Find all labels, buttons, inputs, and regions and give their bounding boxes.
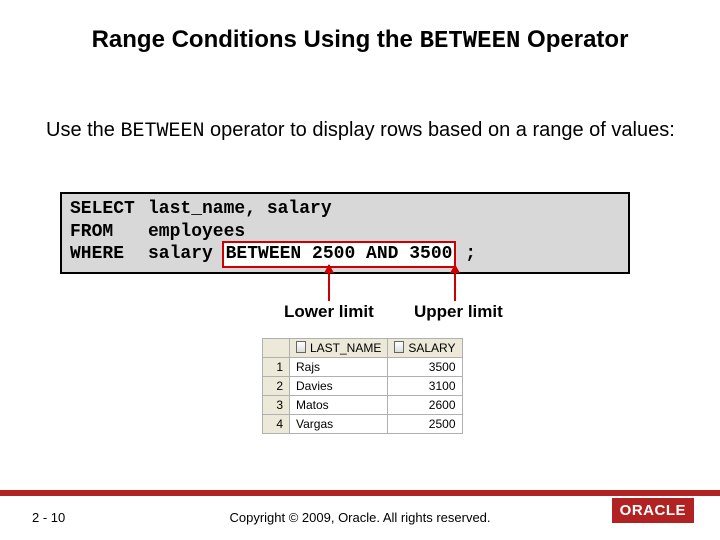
table-row: 4 Vargas 2500 — [263, 415, 463, 434]
cell-last-name: Rajs — [290, 358, 388, 377]
slide-title: Range Conditions Using the BETWEEN Opera… — [0, 26, 720, 55]
body-pre: Use the — [46, 119, 120, 141]
col-salary: SALARY — [388, 339, 462, 358]
cell-salary: 2500 — [388, 415, 462, 434]
code-where-post: ; — [454, 243, 476, 266]
col-last-name: LAST_NAME — [290, 339, 388, 358]
code-line-from: FROMemployees — [70, 221, 620, 244]
table-header-row: LAST_NAME SALARY — [263, 339, 463, 358]
lower-limit-label: Lower limit — [284, 302, 374, 322]
table-row: 2 Davies 3100 — [263, 377, 463, 396]
code-select-cols: last_name, salary — [148, 198, 332, 221]
rownum-cell: 4 — [263, 415, 290, 434]
cell-last-name: Davies — [290, 377, 388, 396]
sql-code-block: SELECTlast_name, salary FROMemployees WH… — [60, 192, 630, 274]
column-icon — [394, 341, 404, 353]
title-text-post: Operator — [520, 26, 628, 53]
code-from-table: employees — [148, 221, 245, 244]
oracle-logo: ORACLE — [612, 498, 694, 523]
rownum-cell: 1 — [263, 358, 290, 377]
body-post: operator to display rows based on a rang… — [205, 119, 675, 141]
code-where-highlight: BETWEEN 2500 AND 3500 — [224, 243, 455, 266]
result-table: LAST_NAME SALARY 1 Rajs 3500 2 Davies 31… — [262, 338, 463, 434]
kw-select: SELECT — [70, 198, 148, 221]
slide: Range Conditions Using the BETWEEN Opera… — [0, 0, 720, 540]
title-text-pre: Range Conditions Using the — [92, 26, 420, 53]
arrow-upper-icon — [454, 265, 456, 301]
kw-where: WHERE — [70, 243, 148, 266]
cell-salary: 2600 — [388, 396, 462, 415]
rownum-cell: 2 — [263, 377, 290, 396]
code-line-select: SELECTlast_name, salary — [70, 198, 620, 221]
rownum-header — [263, 339, 290, 358]
body-text: Use the BETWEEN operator to display rows… — [46, 118, 680, 144]
rownum-cell: 3 — [263, 396, 290, 415]
upper-limit-label: Upper limit — [414, 302, 503, 322]
code-where-pre: salary — [148, 243, 224, 266]
arrow-lower-icon — [328, 265, 330, 301]
cell-salary: 3100 — [388, 377, 462, 396]
footer-divider — [0, 490, 720, 496]
cell-last-name: Matos — [290, 396, 388, 415]
table-row: 3 Matos 2600 — [263, 396, 463, 415]
col-last-name-label: LAST_NAME — [310, 341, 381, 355]
column-icon — [296, 341, 306, 353]
cell-last-name: Vargas — [290, 415, 388, 434]
code-line-where: WHEREsalary BETWEEN 2500 AND 3500 ; — [70, 243, 620, 266]
col-salary-label: SALARY — [408, 341, 455, 355]
table-row: 1 Rajs 3500 — [263, 358, 463, 377]
body-mono: BETWEEN — [120, 120, 204, 143]
title-text-mono: BETWEEN — [420, 28, 521, 55]
kw-from: FROM — [70, 221, 148, 244]
cell-salary: 3500 — [388, 358, 462, 377]
